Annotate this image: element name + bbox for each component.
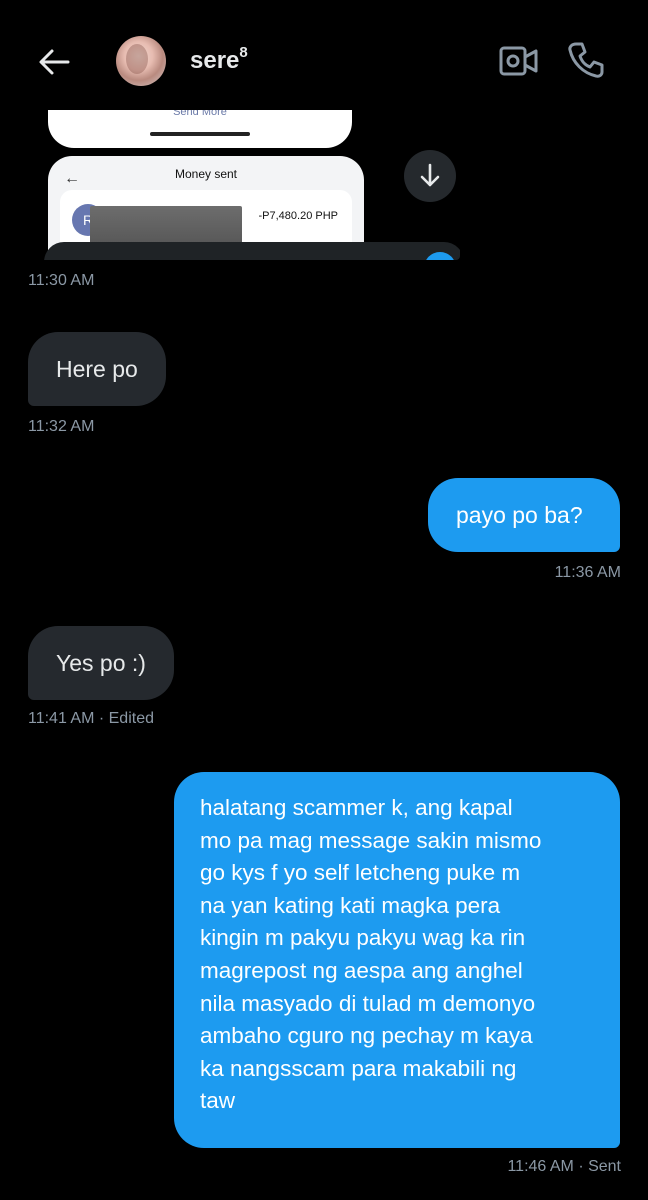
contact-name-text: sere — [190, 47, 240, 74]
home-indicator — [150, 132, 250, 136]
message-bubble-outgoing[interactable]: payo po ba? — [428, 478, 620, 552]
message-timestamp: 11:36 AM — [554, 564, 621, 581]
message-timestamp: 11:30 AM — [28, 272, 95, 289]
voice-call-button[interactable] — [566, 40, 606, 80]
redaction-block — [90, 206, 242, 246]
money-sent-title: Money sent — [174, 167, 238, 181]
message-bubble-incoming[interactable]: Here po — [28, 332, 166, 406]
back-button[interactable] — [34, 42, 74, 82]
chat-header: sere8 — [0, 0, 648, 110]
arrow-down-icon — [420, 163, 440, 187]
message-timestamp: 11:46 AM · Sent — [507, 1158, 621, 1175]
contact-name[interactable]: sere8 — [190, 44, 248, 75]
phone-icon — [568, 42, 604, 78]
video-call-button[interactable] — [498, 42, 540, 80]
video-camera-icon — [499, 46, 538, 76]
message-timestamp: 11:41 AM · Edited — [28, 710, 154, 727]
arrow-left-icon — [39, 49, 70, 75]
avatar[interactable] — [116, 36, 166, 86]
attachment-screenshot-top: Send More — [48, 108, 352, 148]
message-timestamp: 11:32 AM — [28, 418, 95, 435]
message-bubble-incoming[interactable]: Yes po :) — [28, 626, 174, 700]
message-bubble-outgoing[interactable]: halatang scammer k, ang kapal mo pa mag … — [174, 772, 620, 1148]
blue-dot — [424, 252, 456, 260]
image-attachment[interactable]: Send More ← Money sent R -P7,480.20 PHP — [28, 108, 460, 260]
attachment-screenshot-bottom — [44, 242, 460, 260]
scroll-to-bottom-button[interactable] — [404, 150, 456, 202]
transaction-amount: -P7,480.20 PHP — [258, 210, 339, 222]
contact-name-superscript: 8 — [239, 44, 248, 61]
